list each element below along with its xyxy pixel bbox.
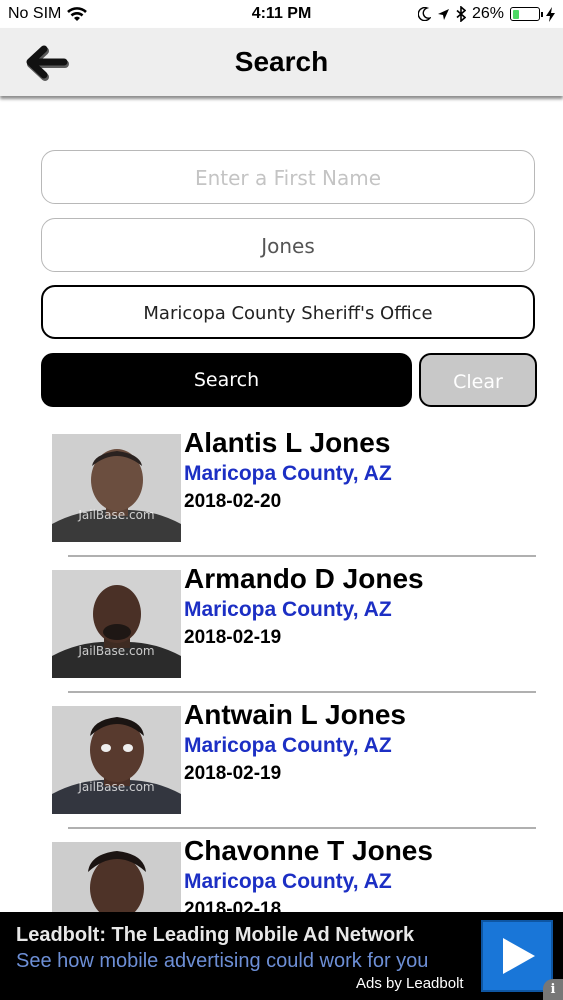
result-name: Armando D Jones [184, 563, 424, 594]
last-name-input[interactable]: Jones [41, 218, 535, 272]
result-location: Maricopa County, AZ [184, 462, 392, 485]
mugshot-figure [52, 570, 181, 678]
battery-percent: 26% [471, 5, 504, 22]
moon-icon [417, 7, 431, 21]
page-title: Search [234, 46, 329, 77]
result-item[interactable]: JailBase.com Antwain L Jones Maricopa Co… [0, 692, 563, 829]
first-name-input[interactable]: Enter a First Name [41, 150, 535, 204]
result-item[interactable]: JailBase.com Armando D Jones Maricopa Co… [0, 556, 563, 693]
ad-info-button[interactable]: i [543, 979, 563, 1000]
charging-bolt-icon [546, 6, 555, 22]
result-location: Maricopa County, AZ [184, 734, 392, 757]
result-date: 2018-02-19 [184, 763, 282, 784]
result-name: Alantis L Jones [184, 427, 391, 458]
battery-fill [512, 9, 519, 19]
result-date: 2018-02-19 [184, 627, 282, 648]
result-location: Maricopa County, AZ [184, 598, 392, 621]
mugshot-image: JailBase.com [52, 434, 181, 542]
mugshot-image: JailBase.com [52, 706, 181, 814]
photo-watermark: JailBase.com [78, 508, 155, 522]
nav-bar: Search [0, 28, 563, 96]
photo-watermark: JailBase.com [78, 780, 155, 794]
battery-tip [541, 12, 543, 17]
status-bar: No SIM 4:11 PM 26% [0, 0, 563, 28]
bluetooth-icon [456, 6, 466, 22]
ad-play-button[interactable] [481, 920, 553, 992]
ad-subtitle: See how mobile advertising could work fo… [16, 950, 429, 972]
play-icon [503, 938, 535, 974]
result-location: Maricopa County, AZ [184, 870, 392, 893]
mugshot-figure [52, 434, 181, 542]
result-name: Antwain L Jones [184, 699, 406, 730]
result-name: Chavonne T Jones [184, 835, 433, 866]
result-date: 2018-02-20 [184, 491, 282, 512]
search-button[interactable]: Search [41, 353, 412, 407]
ad-banner[interactable]: Leadbolt: The Leading Mobile Ad Network … [0, 912, 563, 1000]
mugshot-figure [52, 706, 181, 814]
agency-select[interactable]: Maricopa County Sheriff's Office [41, 285, 535, 339]
status-right: 26% [417, 5, 555, 23]
photo-watermark: JailBase.com [78, 644, 155, 658]
result-item[interactable]: JailBase.com Alantis L Jones Maricopa Co… [0, 420, 563, 557]
ad-title: Leadbolt: The Leading Mobile Ad Network [16, 924, 415, 946]
location-arrow-icon [437, 8, 449, 20]
clear-button[interactable]: Clear [419, 353, 537, 407]
ad-credit: Ads by Leadbolt [356, 975, 464, 992]
mugshot-image: JailBase.com [52, 570, 181, 678]
battery-icon [510, 7, 543, 21]
